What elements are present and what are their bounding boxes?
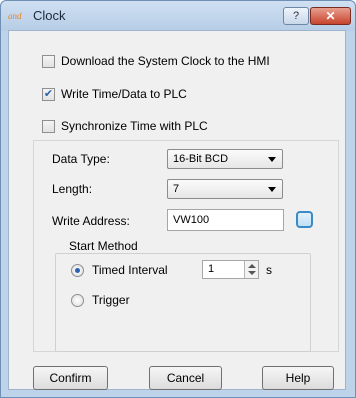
cancel-button[interactable]: Cancel <box>149 366 222 390</box>
interval-spinner[interactable]: 1 <box>202 260 259 279</box>
arrow-down-icon[interactable] <box>248 271 256 275</box>
close-button[interactable]: ✕ <box>310 7 351 25</box>
checkbox-write-time[interactable]: ✔ Write Time/Data to PLC <box>42 87 187 101</box>
data-type-value: 16-Bit BCD <box>173 153 229 165</box>
checkbox-label: Synchronize Time with PLC <box>61 119 208 133</box>
radio-trigger[interactable]: Trigger <box>71 293 130 307</box>
radio-button[interactable] <box>71 293 84 307</box>
chevron-down-icon <box>268 157 276 162</box>
start-method-legend: Start Method <box>66 239 141 253</box>
data-type-select[interactable]: 16-Bit BCD <box>167 149 283 169</box>
radio-label: Timed Interval <box>92 263 168 277</box>
write-address-label: Write Address: <box>52 214 130 228</box>
app-logo-icon: and <box>8 11 22 21</box>
checkbox-label: Write Time/Data to PLC <box>61 87 187 101</box>
help-button[interactable]: Help <box>262 366 334 390</box>
window-title: Clock <box>33 8 66 23</box>
data-type-label: Data Type: <box>52 152 110 166</box>
interval-value: 1 <box>208 263 215 275</box>
confirm-button[interactable]: Confirm <box>33 366 108 390</box>
length-select[interactable]: 7 <box>167 179 283 199</box>
radio-label: Trigger <box>92 293 130 307</box>
checkbox-download-clock[interactable]: Download the System Clock to the HMI <box>42 54 270 68</box>
chevron-down-icon <box>268 187 276 192</box>
arrow-up-icon[interactable] <box>248 264 256 268</box>
title-help-button[interactable]: ? <box>283 7 309 25</box>
checkbox-synchronize-time[interactable]: Synchronize Time with PLC <box>42 119 208 133</box>
checkbox-box[interactable] <box>42 54 55 68</box>
interval-unit: s <box>266 263 272 277</box>
radio-button[interactable] <box>71 263 84 277</box>
checkbox-box[interactable] <box>42 119 55 133</box>
checkbox-box[interactable]: ✔ <box>42 87 55 101</box>
length-value: 7 <box>173 183 180 195</box>
address-picker-button[interactable] <box>296 211 313 228</box>
checkbox-label: Download the System Clock to the HMI <box>61 54 270 68</box>
length-label: Length: <box>52 182 93 196</box>
spin-buttons[interactable] <box>244 261 258 278</box>
radio-timed-interval[interactable]: Timed Interval <box>71 263 168 277</box>
write-address-input[interactable]: VW100 <box>167 209 284 231</box>
title-bar[interactable]: and Clock ? ✕ <box>1 1 355 31</box>
